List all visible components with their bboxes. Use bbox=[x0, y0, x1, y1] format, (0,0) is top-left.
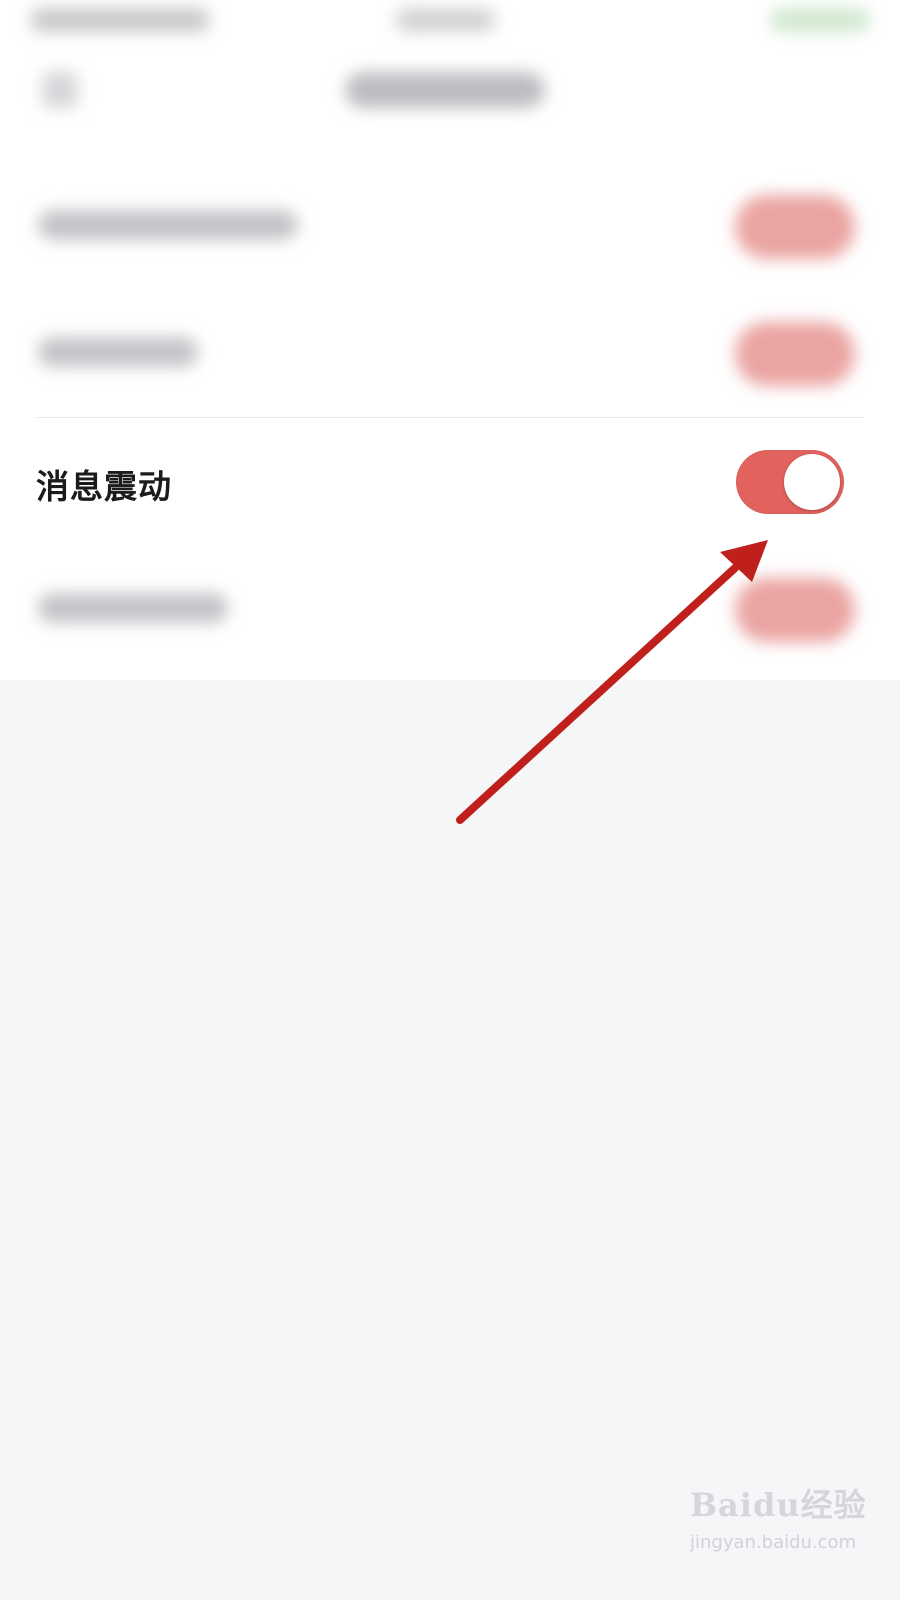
settings-panel bbox=[0, 0, 900, 680]
watermark-url: jingyan.baidu.com bbox=[690, 1532, 857, 1553]
toggle-blurred[interactable] bbox=[735, 195, 855, 259]
status-time-blurred bbox=[30, 8, 210, 32]
row-label-blurred bbox=[38, 593, 228, 623]
toggle-blurred[interactable] bbox=[735, 578, 855, 642]
settings-row-blurred-1[interactable] bbox=[0, 165, 900, 285]
toggle-blurred[interactable] bbox=[735, 322, 855, 386]
back-arrow-icon[interactable] bbox=[42, 72, 78, 108]
vibration-toggle[interactable] bbox=[736, 450, 844, 514]
watermark: Baidu经验 jingyan.baidu.com bbox=[690, 1480, 870, 1580]
nav-bar bbox=[0, 50, 900, 140]
page-title-blurred bbox=[345, 72, 545, 108]
battery-icon bbox=[770, 8, 870, 32]
settings-row-blurred-2[interactable] bbox=[0, 292, 900, 412]
status-center-blurred bbox=[395, 8, 495, 32]
toggle-knob bbox=[784, 454, 840, 510]
watermark-logo: Baidu经验 bbox=[690, 1486, 867, 1524]
settings-row-message-vibration[interactable]: 消息震动 bbox=[0, 420, 900, 545]
row-label: 消息震动 bbox=[36, 467, 172, 506]
status-bar bbox=[0, 0, 900, 50]
settings-screen: 消息震动 Baidu经验 jingyan.baidu.com bbox=[0, 0, 900, 1600]
divider bbox=[36, 417, 864, 418]
row-label-blurred bbox=[38, 337, 198, 367]
row-label-blurred bbox=[38, 210, 298, 240]
settings-row-blurred-4[interactable] bbox=[0, 548, 900, 668]
